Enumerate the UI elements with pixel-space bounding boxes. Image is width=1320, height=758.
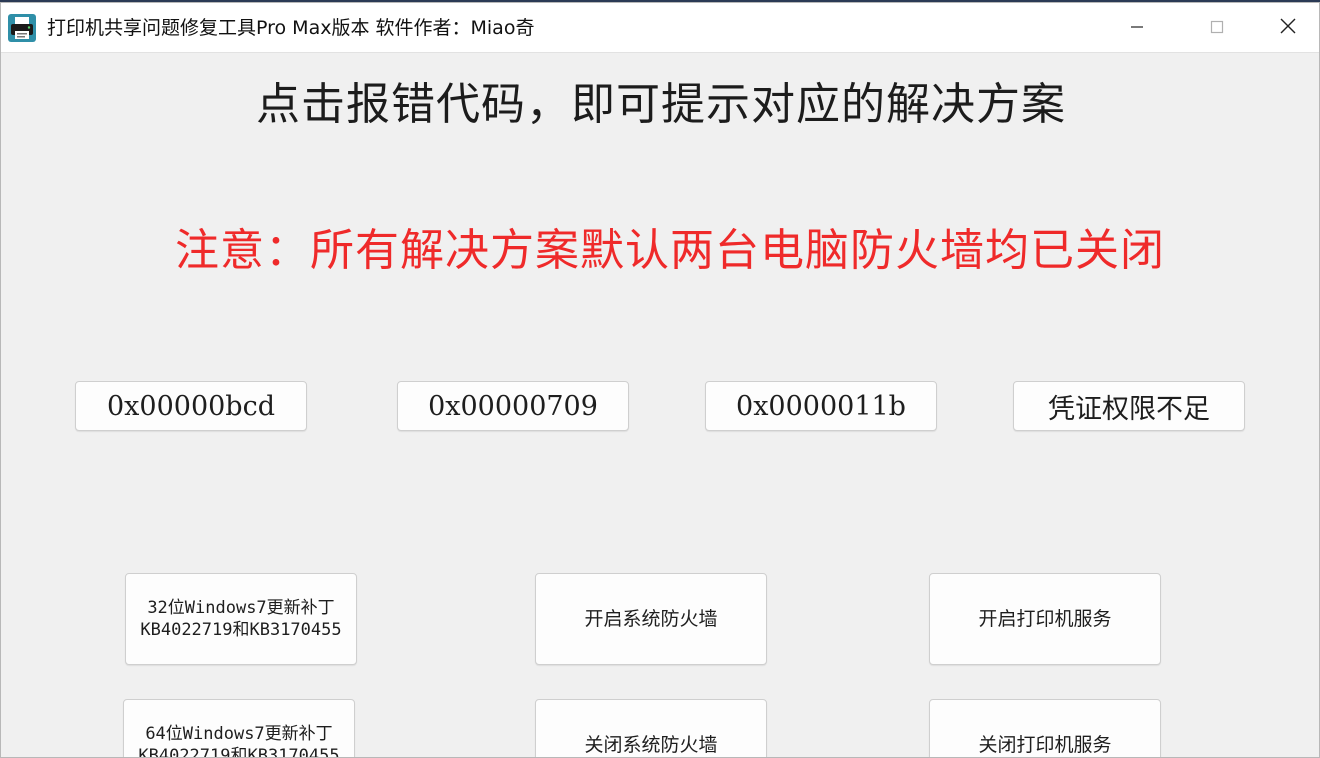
error-code-button-bcd[interactable]: 0x00000bcd (75, 381, 307, 431)
page-heading: 点击报错代码，即可提示对应的解决方案 (256, 79, 1066, 130)
credential-insufficient-button[interactable]: 凭证权限不足 (1013, 381, 1245, 431)
printer-icon (8, 14, 36, 42)
close-button[interactable] (1257, 3, 1319, 53)
win7-32bit-patch-button[interactable]: 32位Windows7更新补丁 KB4022719和KB3170455 (125, 573, 357, 665)
window-title: 打印机共享问题修复工具Pro Max版本 软件作者：Miao奇 (47, 17, 535, 39)
maximize-icon (1210, 19, 1224, 38)
maximize-button[interactable] (1177, 3, 1257, 53)
disable-print-service-button[interactable]: 关闭打印机服务 (929, 699, 1161, 757)
win7-32bit-patch-line2: KB4022719和KB3170455 (140, 620, 342, 640)
app-window: 打印机共享问题修复工具Pro Max版本 软件作者：Miao奇 点击报错代码，即… (0, 2, 1320, 758)
title-bar[interactable]: 打印机共享问题修复工具Pro Max版本 软件作者：Miao奇 (1, 3, 1319, 53)
win7-64bit-patch-button[interactable]: 64位Windows7更新补丁 KB4022719和KB3170455 (123, 699, 355, 758)
win7-32bit-patch-line1: 32位Windows7更新补丁 (147, 598, 335, 618)
error-code-button-11b[interactable]: 0x0000011b (705, 381, 937, 431)
error-code-button-709[interactable]: 0x00000709 (397, 381, 629, 431)
enable-print-service-button[interactable]: 开启打印机服务 (929, 573, 1161, 665)
firewall-notice: 注意：所有解决方案默认两台电脑防火墙均已关闭 (175, 225, 1165, 276)
minimize-button[interactable] (1097, 3, 1177, 53)
win7-64bit-patch-line2: KB4022719和KB3170455 (138, 746, 340, 758)
win7-64bit-patch-line1: 64位Windows7更新补丁 (145, 724, 333, 744)
close-icon (1280, 18, 1296, 38)
enable-firewall-button[interactable]: 开启系统防火墙 (535, 573, 767, 665)
disable-firewall-button[interactable]: 关闭系统防火墙 (535, 699, 767, 757)
minimize-icon (1130, 19, 1144, 38)
